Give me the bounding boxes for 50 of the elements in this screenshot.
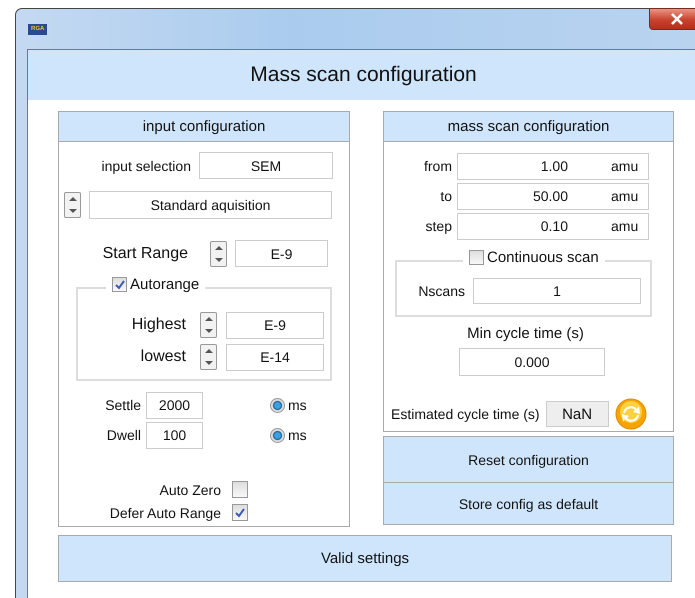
checkbox-label: Auto Zero [158,482,221,498]
input-field[interactable]: 100 [146,422,203,448]
input-field[interactable]: 0.000 [459,348,605,376]
checkbox-label: Autorange [130,276,200,293]
radio-button[interactable] [270,428,285,442]
checkbox[interactable] [232,504,248,521]
field-label: from [423,158,452,174]
input-field[interactable]: E-14 [226,344,324,370]
readout-field: NaN [546,401,609,427]
input-field[interactable]: 1.00 amu [457,152,649,180]
field-label: Settle [104,397,141,413]
close-icon [670,13,684,25]
unit-label: ms [288,427,307,443]
input-field[interactable]: E-9 [235,240,328,267]
field-label: Estimated cycle time (s) [391,406,540,422]
field-label: input selection [100,158,191,174]
spin-button[interactable] [200,312,217,338]
checkbox[interactable] [112,277,127,292]
field-label: to [439,188,452,204]
input-field[interactable]: SEM [199,152,333,179]
radio-button[interactable] [270,398,285,412]
spin-button[interactable] [64,192,81,218]
checkbox-label: Defer Auto Range [108,504,221,520]
field-label: Min cycle time (s) [466,325,585,342]
input-field[interactable]: 50.00 amu [457,182,649,210]
input-field[interactable]: 2000 [146,392,203,418]
spin-button[interactable] [200,344,217,370]
panel-title: input configuration [59,112,349,142]
field-label: Start Range [102,244,188,262]
input-field[interactable]: E-9 [226,312,324,338]
window-title: Mass scan configuration [28,50,695,100]
input-field[interactable]: 0.10 amu [457,212,649,240]
input-field[interactable]: Standard aquisition [89,191,332,219]
checkbox[interactable] [232,481,248,498]
field-label: Nscans [417,283,465,299]
unit-label: ms [288,397,307,413]
close-button[interactable] [649,8,695,30]
refresh-button[interactable] [614,398,647,430]
field-label: Dwell [106,427,141,443]
panel-title: mass scan configuration [384,112,673,142]
checkbox[interactable] [469,250,484,265]
spin-button[interactable] [210,240,227,266]
checkbox-label: Continuous scan [487,249,599,266]
field-label: Highest [130,316,186,334]
action-button[interactable]: Reset configuration [384,437,673,482]
field-label: lowest [140,348,186,366]
valid-settings-button[interactable]: Valid settings [58,535,672,582]
input-field[interactable]: 1 [473,278,641,304]
field-label: step [424,218,452,234]
action-button[interactable]: Store config as default [384,482,673,524]
